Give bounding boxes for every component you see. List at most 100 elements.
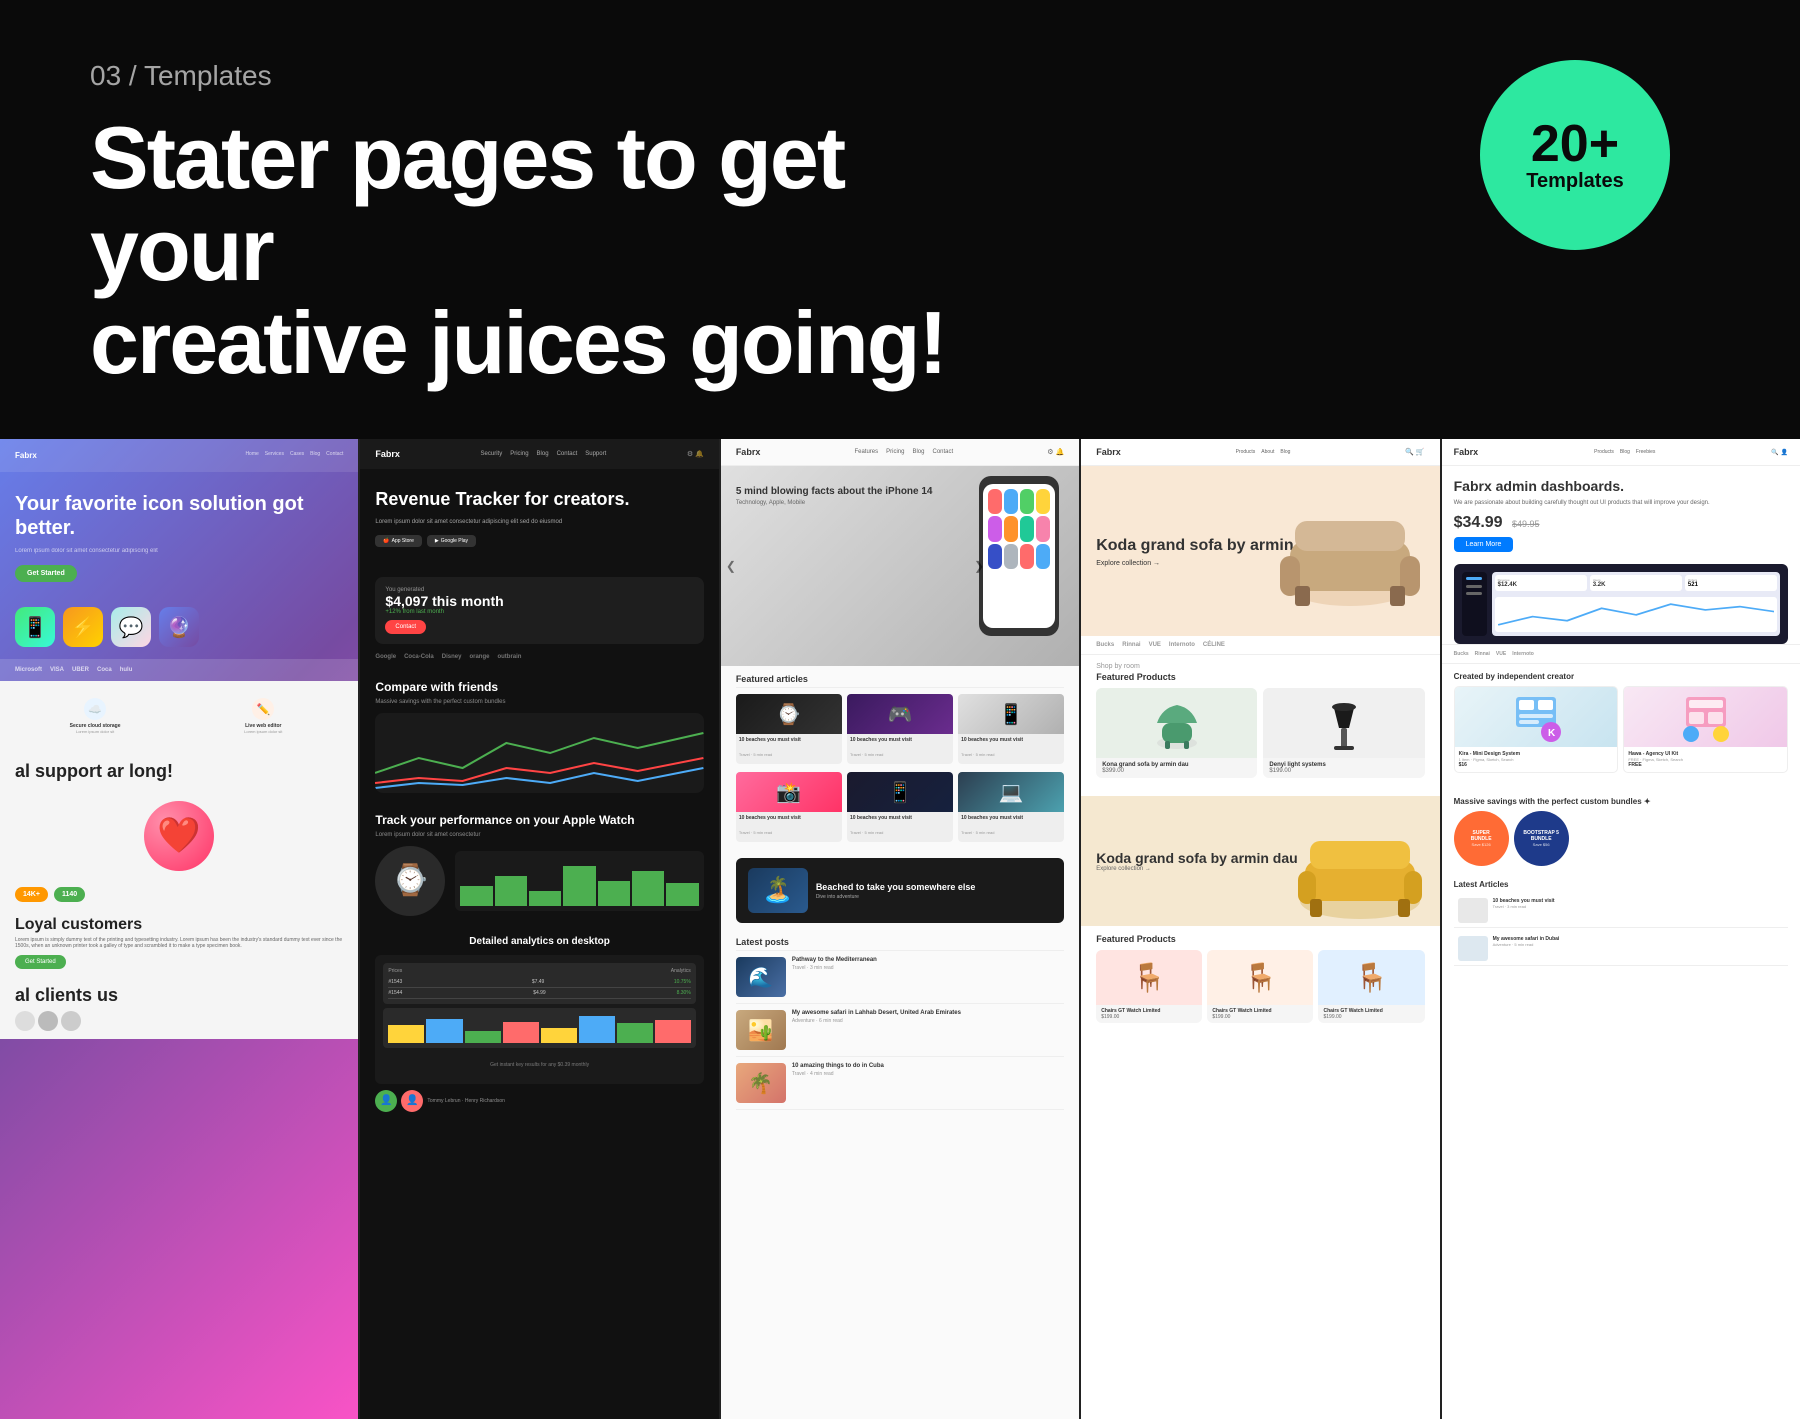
- t3-app-4: [1036, 489, 1050, 514]
- t5-article-1-img: [1458, 898, 1488, 923]
- t5-card-kira[interactable]: K Kira - Mini Design System 1 item · Fig…: [1454, 686, 1619, 773]
- t3-article-3[interactable]: 📱 10 beaches you must visit Travel · 5 m…: [958, 694, 1064, 764]
- t3-article-5-img: 📱: [847, 772, 953, 812]
- t2-earnings-card: You generated $4,097 this month +12% fro…: [375, 577, 703, 644]
- t5-dash-card-1: Revenue $12.4K: [1495, 575, 1587, 591]
- t2-analytics-title: Detailed analytics on desktop: [375, 936, 703, 947]
- t1-clients-section: al clients us: [0, 977, 358, 1039]
- t4-featured-2: Featured Products 🪑 Chairs GT Watch Limi…: [1081, 926, 1439, 1031]
- t1-cta-button[interactable]: Get Started: [15, 565, 77, 582]
- t5-headline: Fabrx admin dashboards.: [1454, 478, 1788, 495]
- t3-article-4-title: 10 beaches you must visit: [739, 815, 839, 821]
- t5-article-1-meta: Travel · 3 min read: [1493, 904, 1555, 909]
- t4-featured-chair-1[interactable]: 🪑 Chairs GT Watch Limited $199.00: [1096, 950, 1202, 1023]
- t2-watch-section: Track your performance on your Apple Wat…: [360, 803, 718, 926]
- template-card-3[interactable]: Fabrx Features Pricing Blog Contact ⚙ 🔔 …: [721, 439, 1081, 1419]
- t1-avatar-3: [61, 1011, 81, 1031]
- badge-number: 20+: [1531, 118, 1619, 170]
- t3-nav-pricing: Pricing: [886, 449, 904, 455]
- t1-loyal-headline: Loyal customers: [15, 916, 343, 934]
- t2-nav-items: Security Pricing Blog Contact Support: [481, 451, 607, 457]
- t5-article-item-1[interactable]: 10 beaches you must visit Travel · 3 min…: [1454, 894, 1788, 928]
- t5-brand-rinnai: Rinnai: [1475, 651, 1490, 657]
- t4-hero2-headline: Koda grand sofa by armin dau: [1096, 850, 1297, 866]
- t3-app-10: [1004, 544, 1018, 569]
- t4-nav-home: Products: [1236, 449, 1256, 455]
- t2-store-buttons: 🍎 App Store ▶ Google Play: [375, 535, 703, 547]
- t3-nav-items: Features Pricing Blog Contact: [854, 449, 953, 455]
- t2-avatars-row: 👤 👤 Tommy Lebrun · Henry Richardson: [375, 1084, 703, 1118]
- heading-line1: Stater pages to get your: [90, 108, 844, 299]
- t2-logo-coca: Coca-Cola: [404, 654, 434, 660]
- t3-logo: Fabrx: [736, 447, 761, 457]
- t3-article-2[interactable]: 🎮 10 beaches you must visit Travel · 5 m…: [847, 694, 953, 764]
- t3-article-6[interactable]: 💻 10 beaches you must visit Travel · 5 m…: [958, 772, 1064, 842]
- template-card-4[interactable]: Fabrx Products About Blog 🔍 🛒 Koda grand…: [1081, 439, 1441, 1419]
- t3-post-3-meta: Travel · 4 min read: [792, 1071, 884, 1077]
- t5-nav-freebies: Freebies: [1636, 449, 1655, 455]
- t3-article-5[interactable]: 📱 10 beaches you must visit Travel · 5 m…: [847, 772, 953, 842]
- t1-loyal-cta[interactable]: Get Started: [15, 955, 66, 969]
- section-label: 03 / Templates: [90, 60, 1710, 92]
- t5-bundle-badges: SUPERBUNDLE Save $126 BOOTSTRAP 5BUNDLE …: [1454, 811, 1788, 866]
- t4-featured-chair-2[interactable]: 🪑 Chairs GT Watch Limited $199.00: [1207, 950, 1313, 1023]
- t3-post-2[interactable]: 🏜️ My awesome safari in Lahhab Desert, U…: [736, 1010, 1064, 1057]
- t1-subtext: Lorem ipsum dolor sit amet consectetur a…: [15, 548, 343, 554]
- t1-headline: Your favorite icon solution got better.: [15, 492, 343, 540]
- template-card-5[interactable]: Fabrx Products Blog Freebies 🔍 👤 Fabrx a…: [1442, 439, 1800, 1419]
- t3-post-1[interactable]: 🌊 Pathway to the Mediterranean Travel · …: [736, 957, 1064, 1004]
- t3-article-2-title: 10 beaches you must visit: [850, 737, 950, 743]
- t4-featured-2-price: $199.00: [1212, 1014, 1308, 1020]
- t3-next-arrow[interactable]: ❯: [974, 559, 984, 573]
- t3-post-3-title: 10 amazing things to do in Cuba: [792, 1063, 884, 1069]
- template-card-1[interactable]: Fabrx Home Services Cases Blog Contact Y…: [0, 439, 360, 1419]
- t5-cards-title: Created by independent creator: [1454, 672, 1788, 681]
- t3-post-2-meta: Adventure · 6 min read: [792, 1018, 961, 1024]
- t5-hero-cta-button[interactable]: Learn More: [1454, 537, 1514, 552]
- t3-nav-blog: Blog: [912, 449, 924, 455]
- t5-sidebar-item-1: [1466, 577, 1482, 580]
- t5-super-bundle-badge[interactable]: SUPERBUNDLE Save $126: [1454, 811, 1509, 866]
- t3-app-7: [1020, 516, 1034, 541]
- t4-product-2[interactable]: Denyi light systems $199.00: [1263, 688, 1424, 778]
- t5-brand-internoto: Internoto: [1512, 651, 1534, 657]
- t2-analytics-section: Detailed analytics on desktop Prices Ana…: [360, 926, 718, 1128]
- t2-watch-image: ⌚: [375, 846, 445, 916]
- t3-post-3[interactable]: 🌴 10 amazing things to do in Cuba Travel…: [736, 1063, 1064, 1110]
- t3-article-3-meta: Travel · 5 min read: [961, 752, 994, 757]
- t2-subtext: Lorem ipsum dolor sit amet consectetur a…: [375, 519, 703, 525]
- t5-logo: Fabrx: [1454, 447, 1479, 457]
- t1-icon-1: 📱: [15, 607, 55, 647]
- t1-logo-uber: UBER: [72, 667, 89, 673]
- t4-product-1-info: Kona grand sofa by armin dau $399.00: [1096, 758, 1257, 778]
- t5-article-item-2[interactable]: My awesome safari in Dubai Adventure · 5…: [1454, 932, 1788, 966]
- t2-contact-btn[interactable]: Contact: [385, 620, 426, 634]
- t2-logo-disney: Disney: [442, 654, 462, 660]
- t4-featured-chair-3[interactable]: 🪑 Chairs GT Watch Limited $199.00: [1318, 950, 1424, 1023]
- t5-nav-products: Products: [1594, 449, 1614, 455]
- t4-product-1[interactable]: Kona grand sofa by armin dau $399.00: [1096, 688, 1257, 778]
- t2-analytics-label: Analytics: [671, 968, 691, 974]
- t3-article-1[interactable]: ⌚ 10 beaches you must visit Travel · 5 m…: [736, 694, 842, 764]
- t2-hero: Revenue Tracker for creators. Lorem ipsu…: [360, 469, 718, 577]
- t5-bootstrap-bundle-badge[interactable]: BOOTSTRAP 5BUNDLE Save $56: [1514, 811, 1569, 866]
- template-card-2[interactable]: Fabrx Security Pricing Blog Contact Supp…: [360, 439, 720, 1419]
- t2-nav-icons: ⚙ 🔔: [687, 450, 704, 458]
- t4-brands: Bucks Rinnai VUE Internoto CÉLINE: [1081, 636, 1439, 655]
- t1-icons-row: 📱 ⚡ 💬 🔮: [0, 607, 358, 647]
- t3-article-6-meta: Travel · 5 min read: [961, 830, 994, 835]
- t5-brands: Bucks Rinnai VUE Internoto: [1442, 644, 1800, 664]
- t2-nav-pricing: Pricing: [510, 451, 528, 457]
- t5-card-1-img: K: [1455, 687, 1618, 747]
- header-section: 03 / Templates Stater pages to get your …: [0, 0, 1800, 439]
- t4-sofa-illustration: [1270, 481, 1430, 621]
- t3-article-4[interactable]: 📸 10 beaches you must visit Travel · 5 m…: [736, 772, 842, 842]
- t4-hero2-cta[interactable]: Explore collection →: [1096, 866, 1297, 872]
- t2-app-store-btn[interactable]: 🍎 App Store: [375, 535, 421, 547]
- t3-promo-card[interactable]: 🏝️ Beached to take you somewhere else Di…: [736, 858, 1064, 923]
- t5-card-hawa[interactable]: Hawa - Agency UI Kit FREE · Figma, Sketc…: [1623, 686, 1788, 773]
- t4-product-2-img: [1263, 688, 1424, 758]
- t3-prev-arrow[interactable]: ❮: [726, 559, 736, 573]
- t5-cards-section: Created by independent creator: [1442, 664, 1800, 789]
- t2-google-play-btn[interactable]: ▶ Google Play: [427, 535, 476, 547]
